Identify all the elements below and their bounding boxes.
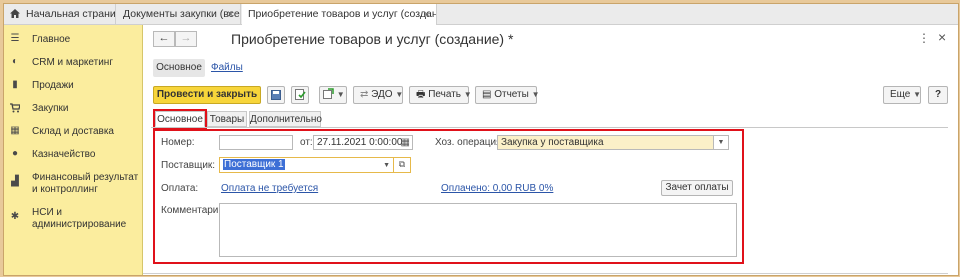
tab-divider <box>151 127 951 128</box>
sidebar-item-warehouse[interactable]: ▦ Склад и доставка <box>4 125 142 139</box>
reports-label: Отчеты <box>494 89 529 100</box>
more-vertical-icon[interactable]: ⋮ <box>918 31 930 45</box>
sidebar-item-financial[interactable]: ▟ Финансовый результат и контроллинг <box>4 171 142 197</box>
crm-icon: ◐ <box>11 56 19 67</box>
sidebar-item-label: Склад и доставка <box>32 126 114 137</box>
sidebar-item-label: НСИ и администрирование <box>32 207 127 230</box>
settings-gear-icon: ✱ <box>10 211 20 222</box>
tab-label: Начальная страница <box>26 8 116 20</box>
sidebar-item-label: Продажи <box>32 80 74 91</box>
caret-down-icon: ▼ <box>463 90 472 99</box>
sidebar-item-sales[interactable]: ▮ Продажи <box>4 79 142 93</box>
forward-button[interactable]: → <box>175 31 197 47</box>
scrollbar[interactable] <box>948 25 958 275</box>
home-icon <box>10 5 20 18</box>
tab-label: Приобретение товаров и услуг (создание) … <box>248 8 437 20</box>
more-actions-button[interactable]: Еще ▼ <box>883 86 921 104</box>
sidebar-item-nsi[interactable]: ✱ НСИ и администрирование <box>4 206 142 232</box>
app-window: Начальная страница Документы закупки (вс… <box>3 3 959 276</box>
form-bottom-border <box>143 273 958 274</box>
reports-icon: ▤ <box>482 89 492 100</box>
sidebar-item-label: Главное <box>32 34 71 45</box>
caret-down-icon: ▼ <box>531 90 540 99</box>
sales-bag-icon: ▮ <box>12 79 18 90</box>
close-form-icon[interactable]: × <box>938 29 946 45</box>
window-tab-bar: Начальная страница Документы закупки (вс… <box>4 4 958 25</box>
close-icon[interactable]: × <box>227 4 234 24</box>
subtab-main[interactable]: Основное <box>153 59 205 77</box>
sidebar-item-label: Казначейство <box>32 149 96 160</box>
highlight-form-frame <box>153 129 744 264</box>
caret-down-icon: ▼ <box>395 90 404 99</box>
more-label: Еще <box>890 89 911 100</box>
menu-icon: ☰ <box>10 33 20 44</box>
edo-button[interactable]: ⇄ ЭДО ▼ <box>353 86 403 104</box>
form-tab-additional[interactable]: Дополнительно <box>249 111 322 127</box>
highlight-tab-frame <box>153 109 207 129</box>
sidebar: ☰ Главное ◐ CRM и маркетинг ▮ Продажи За… <box>4 25 143 275</box>
help-button[interactable]: ? <box>928 86 948 104</box>
sidebar-item-main[interactable]: ☰ Главное <box>4 33 142 47</box>
warehouse-icon: ▦ <box>10 125 20 136</box>
cart-icon <box>10 103 21 113</box>
form-tab-goods[interactable]: Товары <box>207 111 247 127</box>
subtab-files[interactable]: Файлы <box>211 59 243 77</box>
tab-home[interactable]: Начальная страница <box>4 4 116 24</box>
create-based-on-button[interactable]: ▼ <box>319 86 347 104</box>
sidebar-item-label: Закупки <box>32 103 69 114</box>
sidebar-item-label: Финансовый результат и контроллинг <box>32 172 139 195</box>
caret-down-icon: ▼ <box>913 90 922 99</box>
document-form: ← → Приобретение товаров и услуг (создан… <box>143 25 958 275</box>
tab-label: Документы закупки (все) <box>123 8 241 20</box>
sidebar-item-label: CRM и маркетинг <box>32 57 113 68</box>
close-icon[interactable]: × <box>423 4 430 24</box>
post-and-close-button[interactable]: Провести и закрыть <box>153 86 261 104</box>
caret-down-icon: ▼ <box>336 90 345 99</box>
sidebar-item-treasury[interactable]: ● Казначейство <box>4 148 142 162</box>
printer-icon: 🖶 <box>416 89 426 100</box>
save-icon[interactable] <box>267 86 285 104</box>
tab-purchase-docs[interactable]: Документы закупки (все) × <box>117 4 241 24</box>
print-button[interactable]: 🖶 Печать ▼ <box>409 86 472 104</box>
edo-icon: ⇄ <box>360 89 369 100</box>
sidebar-item-crm[interactable]: ◐ CRM и маркетинг <box>4 56 142 70</box>
reports-button[interactable]: ▤ Отчеты ▼ <box>475 86 540 104</box>
page-title: Приобретение товаров и услуг (создание) … <box>231 31 514 47</box>
tab-acquisition[interactable]: Приобретение товаров и услуг (создание) … <box>242 4 437 25</box>
print-label: Печать <box>428 89 461 100</box>
post-icon[interactable] <box>291 86 309 104</box>
treasury-icon: ● <box>11 148 19 159</box>
back-button[interactable]: ← <box>153 31 175 47</box>
sidebar-item-purchases[interactable]: Закупки <box>4 102 142 116</box>
chart-icon: ▟ <box>11 176 19 187</box>
edo-label: ЭДО <box>371 89 393 100</box>
